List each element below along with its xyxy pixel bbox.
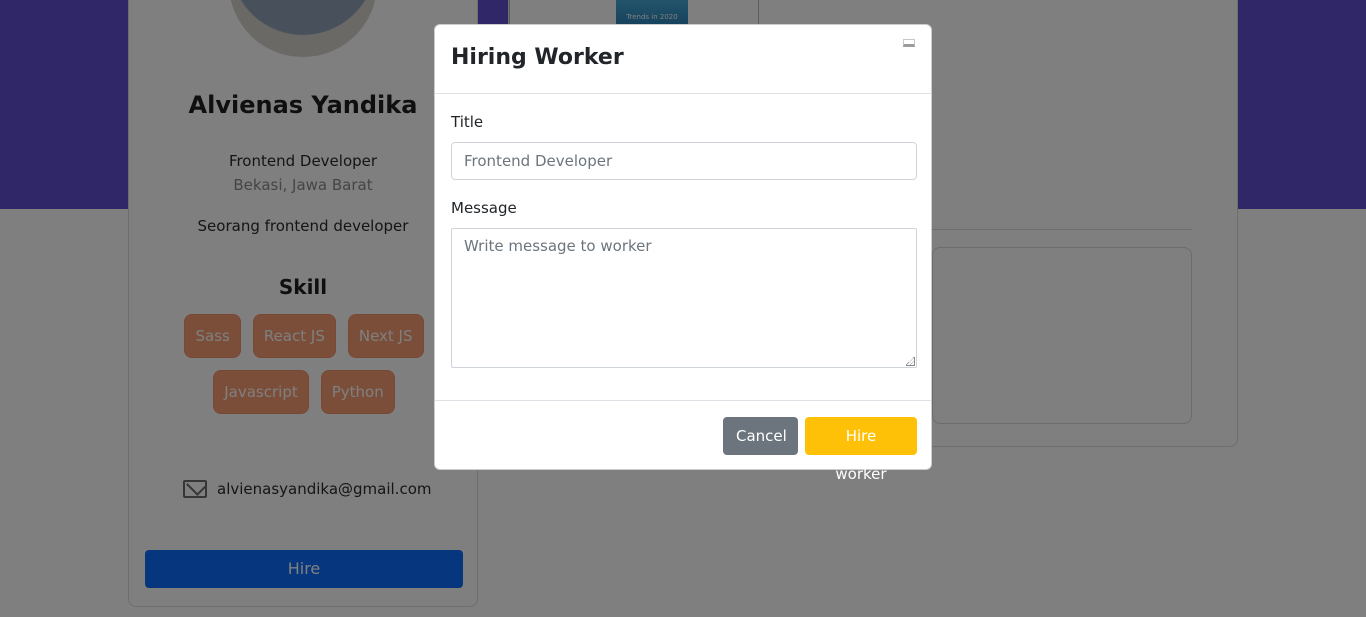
hiring-modal: Hiring Worker Title Message Cancel Hire … <box>434 24 932 483</box>
modal-header: Hiring Worker <box>435 25 931 94</box>
page: Alvienas Yandika Frontend Developer Beka… <box>0 0 1366 617</box>
message-label: Message <box>451 199 517 217</box>
close-icon[interactable] <box>903 39 915 47</box>
cancel-button[interactable]: Cancel <box>723 417 798 455</box>
title-input[interactable] <box>451 142 917 180</box>
message-textarea[interactable] <box>451 228 917 368</box>
modal-footer: Cancel Hire worker <box>435 400 931 483</box>
title-label: Title <box>451 113 484 131</box>
modal-title: Hiring Worker <box>451 45 624 70</box>
hire-worker-button[interactable]: Hire worker <box>805 417 917 483</box>
